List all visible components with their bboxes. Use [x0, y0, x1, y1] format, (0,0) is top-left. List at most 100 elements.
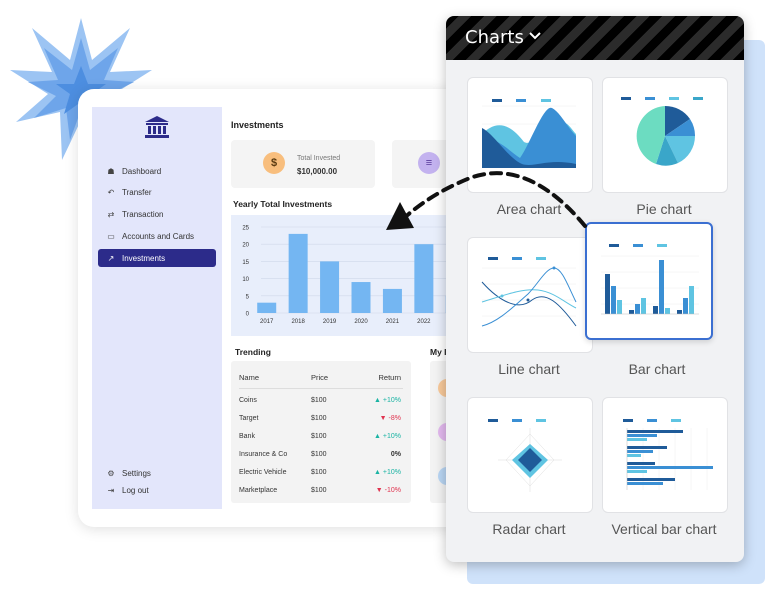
up-arrow-icon: ▲	[374, 397, 383, 404]
sidebar-item-label: Settings	[122, 468, 151, 478]
bar	[414, 244, 434, 313]
y-tick-label: 20	[242, 243, 249, 249]
sidebar-item-transfer[interactable]: ↶ Transfer	[98, 183, 216, 201]
y-tick-label: 5	[246, 294, 250, 300]
row-name: Electric Vehicle	[239, 469, 287, 476]
y-tick-label: 15	[242, 260, 249, 266]
y-tick-label: 25	[242, 226, 249, 232]
settings-icon: ⚙	[107, 468, 115, 478]
sidebar-item-dashboard[interactable]: ☗ Dashboard	[98, 162, 216, 180]
page-title: Investments	[231, 120, 284, 130]
radar-chart-thumbnail	[488, 419, 562, 492]
yearly-bar-chart: 05101520252017201820192020202120222023	[242, 226, 470, 325]
row-name: Coins	[239, 397, 257, 404]
table-header: Name Price Return	[231, 373, 411, 387]
bar	[382, 288, 402, 313]
yearly-chart-container: 05101520252017201820192020202120222023	[231, 215, 470, 336]
pie-chart-option[interactable]	[602, 77, 728, 193]
chevron-down-icon[interactable]	[528, 30, 542, 42]
sidebar-item-settings[interactable]: ⚙ Settings	[98, 464, 216, 482]
row-return: ▲ +10%	[374, 397, 401, 404]
area-chart-option[interactable]	[467, 77, 593, 193]
yearly-chart-title: Yearly Total Investments	[233, 199, 333, 209]
vertical-bar-chart-label: Vertical bar chart	[611, 521, 717, 537]
x-tick-label: 2019	[323, 319, 337, 325]
row-return: ▲ +10%	[374, 469, 401, 476]
logout-icon: ⇥	[107, 485, 115, 495]
down-arrow-icon: ▼	[375, 487, 385, 494]
sidebar-item-label: Dashboard	[122, 166, 162, 176]
table-divider	[239, 388, 403, 389]
down-arrow-icon: ▼	[379, 415, 389, 422]
row-return: ▼ -10%	[375, 487, 401, 494]
table-row[interactable]: Marketplace $100 ▼ -10%	[231, 487, 411, 501]
pie-chart-label: Pie chart	[636, 201, 692, 217]
table-row[interactable]: Bank $100 ▲ +10%	[231, 433, 411, 447]
sidebar-item-label: Log out	[122, 485, 149, 495]
x-tick-label: 2017	[260, 319, 274, 325]
sidebar-item-logout[interactable]: ⇥ Log out	[98, 481, 216, 499]
row-return: ▼ -8%	[379, 415, 401, 422]
y-tick-label: 0	[246, 312, 250, 318]
total-invested-label: Total Invested	[297, 155, 341, 162]
vertical-bar-chart-thumbnail	[623, 419, 713, 490]
main-content: Investments $ Total Invested $10,000.00 …	[222, 107, 470, 509]
x-tick-label: 2022	[417, 319, 431, 325]
line-chart-label: Line chart	[498, 361, 560, 377]
transaction-icon: ⇄	[107, 209, 115, 219]
column-header-price: Price	[311, 373, 329, 382]
up-arrow-icon: ▲	[374, 433, 383, 440]
transfer-icon: ↶	[107, 187, 115, 197]
row-name: Target	[239, 415, 259, 422]
database-icon: ≡	[418, 152, 440, 174]
bar-chart-thumbnail	[601, 244, 699, 315]
vertical-bar-chart-option[interactable]	[602, 397, 728, 513]
area-chart-thumbnail	[482, 99, 576, 168]
y-tick-label: 10	[242, 277, 249, 283]
charts-panel-header[interactable]: Charts	[446, 16, 744, 60]
bank-icon	[145, 116, 169, 138]
total-invested-value: $10,000.00	[297, 167, 338, 176]
row-price: $100	[311, 487, 327, 494]
row-return: 0%	[390, 451, 401, 458]
bar-chart-label: Bar chart	[628, 361, 686, 377]
pie-chart-thumbnail	[621, 97, 703, 166]
sidebar-item-investments[interactable]: ↗ Investments	[98, 249, 216, 267]
dollar-icon: $	[263, 152, 285, 174]
trending-table: Name Price Return Coins $100 ▲ +10% Targ…	[231, 361, 411, 503]
charts-dropdown-title[interactable]: Charts	[465, 27, 524, 48]
bar	[257, 302, 277, 313]
row-price: $100	[311, 415, 327, 422]
sidebar: ☗ Dashboard ↶ Transfer ⇄ Transaction ▭ A…	[92, 107, 222, 509]
charts-panel: Charts Area chart Pie chart Line chart B…	[446, 16, 744, 562]
row-name: Bank	[239, 433, 255, 440]
bar	[288, 233, 308, 313]
row-price: $100	[311, 397, 327, 404]
total-invested-card: $ Total Invested $10,000.00	[231, 140, 375, 188]
trending-title: Trending	[235, 347, 271, 357]
row-price: $100	[311, 469, 327, 476]
home-icon: ☗	[107, 166, 115, 176]
sidebar-item-label: Transaction	[122, 209, 164, 219]
row-name: Marketplace	[239, 487, 278, 494]
table-row[interactable]: Coins $100 ▲ +10%	[231, 397, 411, 411]
bar-chart-option[interactable]	[585, 222, 713, 340]
radar-chart-option[interactable]	[467, 397, 593, 513]
table-row[interactable]: Target $100 ▼ -8%	[231, 415, 411, 429]
row-price: $100	[311, 451, 327, 458]
bar	[320, 261, 340, 313]
line-chart-thumbnail	[481, 257, 577, 327]
sidebar-item-transaction[interactable]: ⇄ Transaction	[98, 205, 216, 223]
row-name: Insurance & Co	[239, 451, 288, 458]
sidebar-item-accounts-cards[interactable]: ▭ Accounts and Cards	[98, 227, 216, 245]
card-icon: ▭	[107, 231, 115, 241]
dashboard-mockup: ☗ Dashboard ↶ Transfer ⇄ Transaction ▭ A…	[78, 89, 470, 527]
sidebar-item-label: Accounts and Cards	[122, 231, 195, 241]
sidebar-item-label: Investments	[122, 253, 166, 263]
table-row[interactable]: Insurance & Co $100 0%	[231, 451, 411, 465]
table-row[interactable]: Electric Vehicle $100 ▲ +10%	[231, 469, 411, 483]
x-tick-label: 2018	[291, 319, 305, 325]
line-chart-option[interactable]	[467, 237, 593, 353]
row-return: ▲ +10%	[374, 433, 401, 440]
bar	[351, 282, 371, 313]
